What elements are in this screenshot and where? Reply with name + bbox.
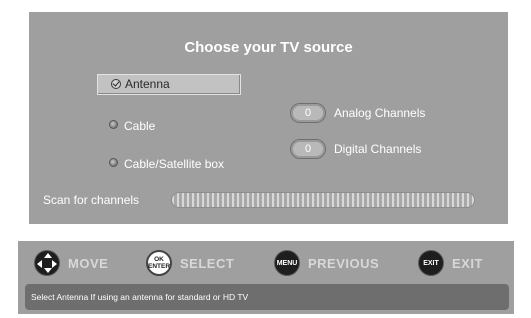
scan-label: Scan for channels xyxy=(43,193,140,207)
tv-source-dialog: Choose your TV source Antenna Cable Cabl… xyxy=(29,12,508,224)
option-cable-label: Cable xyxy=(124,119,156,133)
nav-select-label: SELECT xyxy=(180,256,235,271)
nav-exit-label: EXIT xyxy=(452,256,483,271)
digital-channels-label: Digital Channels xyxy=(334,142,422,156)
radio-unselected-icon xyxy=(109,120,118,129)
option-cable-satellite-label: Cable/Satellite box xyxy=(124,157,225,171)
radio-unselected-icon xyxy=(109,158,118,167)
ok-enter-icon: OK ENTER xyxy=(146,250,172,276)
nav-previous-label: PREVIOUS xyxy=(308,256,380,271)
menu-button-icon: MENU xyxy=(274,250,300,276)
option-antenna-label: Antenna xyxy=(125,77,170,91)
exit-button-icon: EXIT xyxy=(418,250,444,276)
nav-move-label: MOVE xyxy=(68,256,109,271)
digital-channel-count: 0 xyxy=(290,139,326,159)
dialog-title: Choose your TV source xyxy=(184,39,353,56)
radio-selected-icon xyxy=(111,79,121,89)
analog-channel-count: 0 xyxy=(290,103,326,123)
help-text-bar: Select Antenna If using an antenna for s… xyxy=(25,284,509,310)
analog-channels-label: Analog Channels xyxy=(334,106,426,120)
scan-progress-bar xyxy=(171,192,475,208)
remote-hints-bar: MOVE OK ENTER SELECT MENU PREVIOUS EXIT E… xyxy=(18,241,514,314)
option-antenna[interactable]: Antenna xyxy=(97,74,241,95)
dpad-icon xyxy=(34,250,60,276)
